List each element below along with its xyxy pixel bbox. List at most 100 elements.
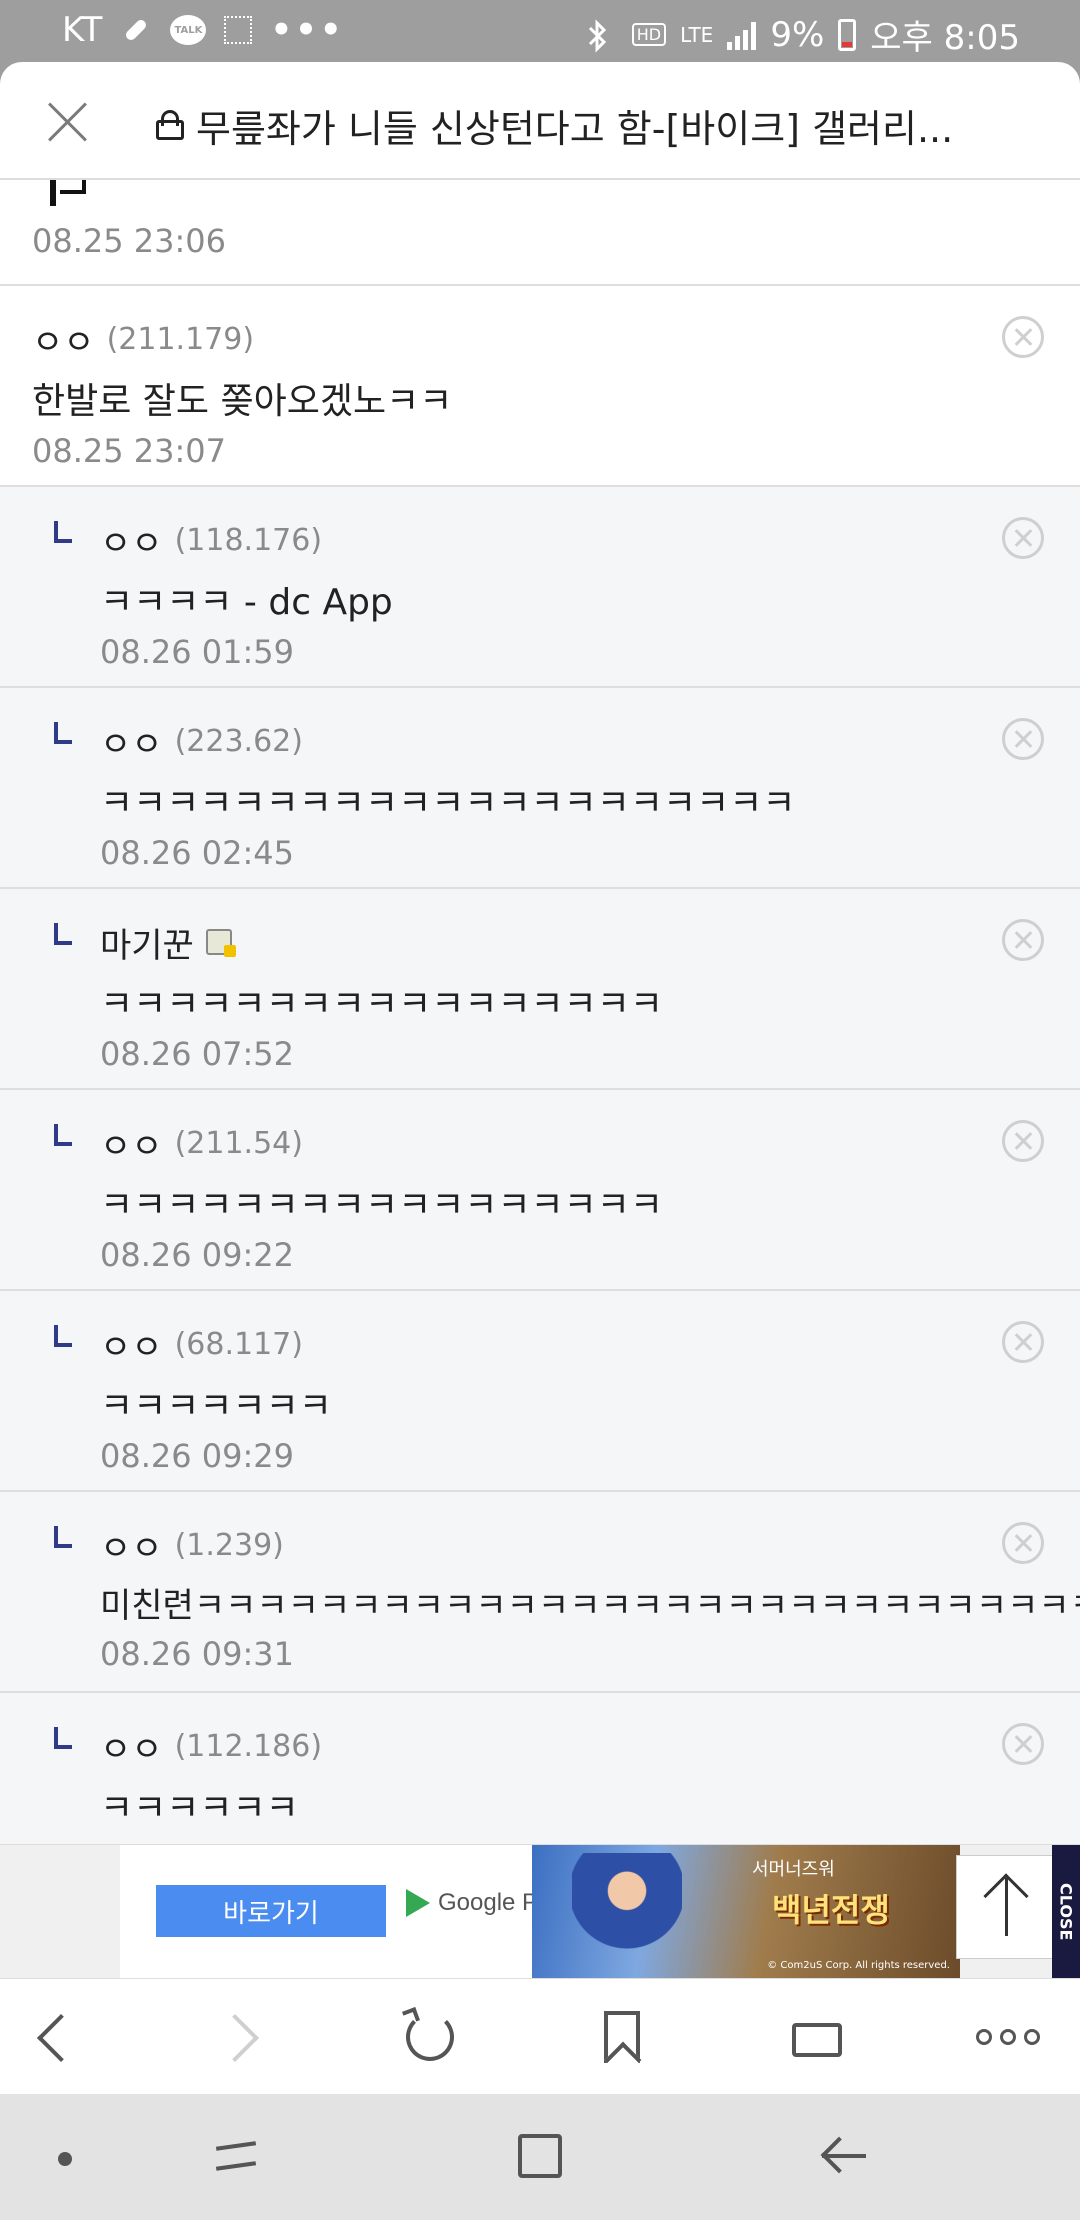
- reply-arrow-icon: [54, 1325, 72, 1347]
- comment-author[interactable]: ㅇㅇ: [100, 1521, 163, 1570]
- hd-icon: HD: [631, 23, 667, 46]
- ad-game-subtitle: 서머너즈워: [752, 1859, 835, 1880]
- comment-text: ㅋㅋㅋㅋ - dc App: [100, 582, 393, 623]
- google-play-icon: [406, 1889, 430, 1917]
- comment-item: ㅇㅇ (211.179) 한발로 잘도 쫒아오겠노ㅋㅋ 08.25 23:07: [0, 286, 1080, 487]
- delete-comment-icon[interactable]: [1002, 316, 1044, 358]
- comment-ip: (1.239): [174, 1527, 284, 1563]
- bandage-icon: [120, 14, 152, 46]
- more-button[interactable]: [974, 2005, 1040, 2069]
- close-icon[interactable]: [46, 100, 90, 144]
- lte-label: LTE: [680, 22, 714, 47]
- comment-ip: (223.62): [174, 723, 303, 759]
- carrier-label: KT: [62, 10, 103, 50]
- comment-date: 08.26 09:29: [100, 1437, 294, 1475]
- bluetooth-icon: [586, 18, 618, 53]
- ad-close-button[interactable]: CLOSE: [1052, 1845, 1080, 1979]
- status-right: HD LTE 9% 오후 8:05: [586, 10, 1020, 59]
- comment-date: 08.26 07:52: [100, 1035, 294, 1073]
- reply-arrow-icon: [54, 1526, 72, 1548]
- ad-character-image: [572, 1853, 682, 1979]
- forward-button[interactable]: [210, 2005, 276, 2069]
- nav-dot-icon[interactable]: [58, 2152, 72, 2166]
- comment-list[interactable]: 08.25 23:06 ㅇㅇ (211.179) 한발로 잘도 쫒아오겠노ㅋㅋ 0…: [0, 180, 1080, 1844]
- delete-comment-icon[interactable]: [1002, 718, 1044, 760]
- comment-author[interactable]: ㅇㅇ: [100, 516, 163, 565]
- system-nav-bar: [0, 2094, 1080, 2220]
- reply-item: ㅇㅇ (211.54) ㅋㅋㅋㅋㅋㅋㅋㅋㅋㅋㅋㅋㅋㅋㅋㅋㅋ 08.26 09:22: [0, 1090, 1080, 1291]
- home-icon[interactable]: [518, 2134, 562, 2178]
- reload-button[interactable]: [398, 2005, 462, 2069]
- reply-item: ㅇㅇ (1.239) 미친련ㅋㅋㅋㅋㅋㅋㅋㅋㅋㅋㅋㅋㅋㅋㅋㅋㅋㅋㅋㅋㅋㅋㅋㅋㅋㅋㅋ…: [0, 1492, 1080, 1693]
- comment-text: ㅋㅋㅋㅋㅋㅋㅋ: [100, 1386, 332, 1427]
- comment-date: 08.25 23:06: [32, 222, 226, 260]
- ad-content[interactable]: 바로가기 Google Play 서머너즈워 백년전쟁 © Com2uS Cor…: [120, 1845, 960, 1979]
- recent-apps-icon[interactable]: [212, 2134, 262, 2178]
- comment-ip: (118.176): [174, 522, 323, 558]
- bookmark-icon: [604, 2011, 640, 2063]
- reply-item: ㅇㅇ (112.186) ㅋㅋㅋㅋㅋㅋ: [0, 1693, 1080, 1844]
- back-nav-icon[interactable]: [820, 2134, 868, 2178]
- tabs-button[interactable]: [786, 2005, 850, 2069]
- partial-content-fragment: [60, 180, 86, 194]
- reply-item: ㅇㅇ (68.117) ㅋㅋㅋㅋㅋㅋㅋ 08.26 09:29: [0, 1291, 1080, 1492]
- delete-comment-icon[interactable]: [1002, 1120, 1044, 1162]
- comment-date: 08.26 09:22: [100, 1236, 294, 1274]
- reply-arrow-icon: [54, 923, 72, 945]
- battery-percent: 9%: [770, 14, 825, 55]
- more-icon: [976, 2029, 1040, 2045]
- kakaotalk-icon: TALK: [170, 15, 207, 45]
- signal-icon: [727, 20, 757, 50]
- comment-author[interactable]: ㅇㅇ: [32, 315, 95, 364]
- comment-text: ㅋㅋㅋㅋㅋㅋㅋㅋㅋㅋㅋㅋㅋㅋㅋㅋㅋ: [100, 984, 664, 1025]
- delete-comment-icon[interactable]: [1002, 1723, 1044, 1765]
- reply-arrow-icon: [54, 1727, 72, 1749]
- comment-text: 한발로 잘도 쫒아오겠노ㅋㅋ: [32, 381, 453, 422]
- arrow-up-stem: [1005, 1878, 1008, 1936]
- battery-icon: [838, 18, 857, 51]
- delete-comment-icon[interactable]: [1002, 517, 1044, 559]
- delete-comment-icon[interactable]: [1002, 1321, 1044, 1363]
- page-title: 무릎좌가 니들 신상턴다고 함-[바이크] 갤러리...: [196, 107, 954, 151]
- comment-text: 미친련ㅋㅋㅋㅋㅋㅋㅋㅋㅋㅋㅋㅋㅋㅋㅋㅋㅋㅋㅋㅋㅋㅋㅋㅋㅋㅋㅋㅋㅋㅋㅋ: [100, 1586, 1080, 1626]
- comment-ip: (211.54): [174, 1125, 303, 1161]
- ad-artwork[interactable]: 서머너즈워 백년전쟁 © Com2uS Corp. All rights res…: [532, 1845, 960, 1979]
- ad-game-title: 백년전쟁: [772, 1891, 890, 1929]
- ad-copyright: © Com2uS Corp. All rights reserved.: [767, 1960, 950, 1971]
- comment-author[interactable]: ㅇㅇ: [100, 1722, 163, 1771]
- tabs-icon: [792, 2023, 842, 2057]
- forward-icon: [210, 2013, 260, 2063]
- comment-ip: (68.117): [174, 1326, 303, 1362]
- ad-banner[interactable]: 바로가기 Google Play 서머너즈워 백년전쟁 © Com2uS Cor…: [0, 1844, 1080, 1979]
- lock-icon: [156, 110, 184, 140]
- reply-item: 마기꾼 ㅋㅋㅋㅋㅋㅋㅋㅋㅋㅋㅋㅋㅋㅋㅋㅋㅋ 08.26 07:52: [0, 889, 1080, 1090]
- partial-content-fragment: [50, 180, 56, 206]
- delete-comment-icon[interactable]: [1002, 919, 1044, 961]
- comment-date: 08.26 01:59: [100, 633, 294, 671]
- comment-text: ㅋㅋㅋㅋㅋㅋㅋㅋㅋㅋㅋㅋㅋㅋㅋㅋㅋㅋㅋㅋㅋ: [100, 783, 796, 824]
- bookmark-button[interactable]: [590, 2005, 654, 2069]
- comment-author[interactable]: 마기꾼: [100, 918, 194, 967]
- comment-author[interactable]: ㅇㅇ: [100, 1320, 163, 1369]
- status-bar: KT TALK ••• HD LTE 9% 오후 8:05: [0, 0, 1080, 62]
- gallery-badge-icon: [205, 929, 236, 957]
- comment-ip: (112.186): [174, 1728, 323, 1764]
- delete-comment-icon[interactable]: [1002, 1522, 1044, 1564]
- reply-item: ㅇㅇ (223.62) ㅋㅋㅋㅋㅋㅋㅋㅋㅋㅋㅋㅋㅋㅋㅋㅋㅋㅋㅋㅋㅋ 08.26 0…: [0, 688, 1080, 889]
- clock: 오후 8:05: [870, 18, 1020, 58]
- scroll-to-top-button[interactable]: [956, 1855, 1056, 1959]
- comment-text: ㅋㅋㅋㅋㅋㅋㅋㅋㅋㅋㅋㅋㅋㅋㅋㅋㅋ: [100, 1185, 664, 1226]
- comment-date: 08.26 09:31: [100, 1635, 294, 1673]
- comment-ip: (211.179): [106, 321, 255, 357]
- more-notifications-icon: •••: [270, 10, 345, 50]
- screenshot-icon: [224, 16, 253, 44]
- back-button[interactable]: [22, 2005, 86, 2069]
- list-item: 08.25 23:06: [0, 180, 1080, 286]
- ad-go-button[interactable]: 바로가기: [156, 1885, 386, 1937]
- reply-arrow-icon: [54, 1124, 72, 1146]
- back-icon: [36, 2013, 86, 2063]
- comment-author[interactable]: ㅇㅇ: [100, 717, 163, 766]
- comment-author[interactable]: ㅇㅇ: [100, 1119, 163, 1168]
- reply-item: ㅇㅇ (118.176) ㅋㅋㅋㅋ - dc App 08.26 01:59: [0, 487, 1080, 688]
- status-left: KT TALK •••: [62, 10, 345, 50]
